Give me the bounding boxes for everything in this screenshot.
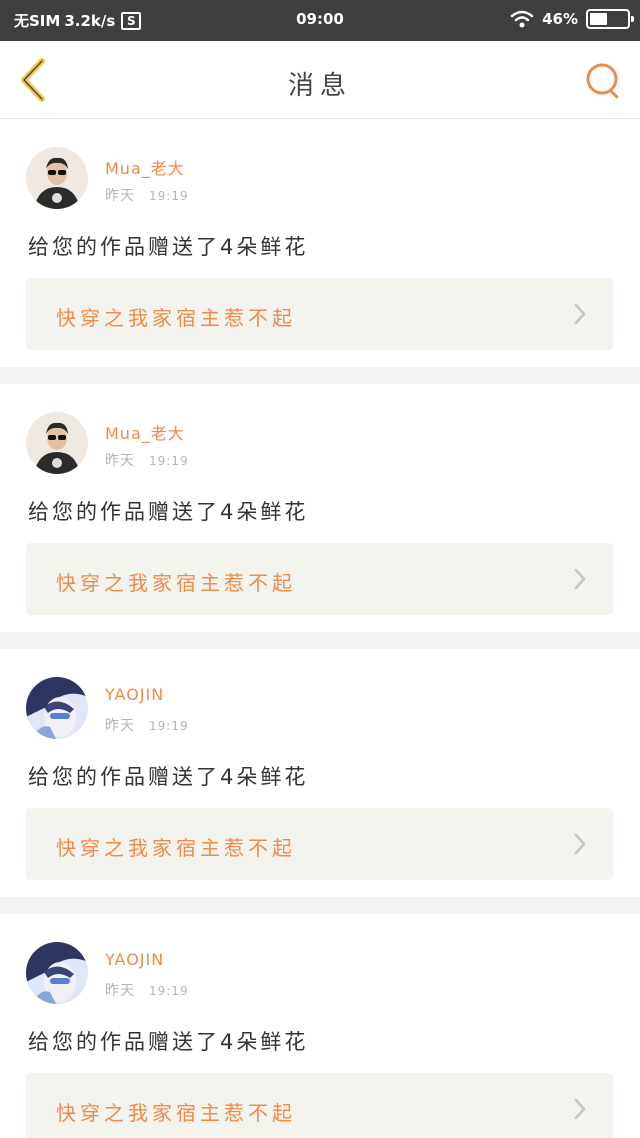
message-text: 给您的作品赠送了4朵鲜花 — [28, 765, 309, 789]
page-title: 消息 — [287, 71, 352, 101]
message-day: 昨天 — [105, 718, 135, 734]
anime-avatar-icon — [26, 942, 88, 1004]
message-day: 昨天 — [105, 188, 135, 204]
message-day: 昨天 — [105, 453, 135, 469]
status-bar: 无SIM 3.2k/s S 09:00 46% — [0, 0, 640, 41]
book-link[interactable]: 快穿之我家宿主惹不起 — [26, 1073, 613, 1138]
chevron-right-icon — [574, 303, 586, 325]
book-title: 快穿之我家宿主惹不起 — [56, 571, 296, 595]
message-list: Mua_老大 昨天 19:19 给您的作品赠送了4朵鲜花 快穿之我家宿主惹不起 M… — [0, 119, 640, 1138]
battery-percent: 46% — [542, 10, 578, 28]
message-clock: 19:19 — [149, 719, 189, 733]
message-card: YAOJIN 昨天 19:19 给您的作品赠送了4朵鲜花 快穿之我家宿主惹不起 — [0, 914, 640, 1138]
avatar[interactable] — [26, 942, 88, 1004]
wifi-icon — [510, 10, 534, 28]
sender-name[interactable]: YAOJIN — [105, 685, 164, 704]
battery-icon — [586, 9, 634, 29]
avatar[interactable] — [26, 677, 88, 739]
chevron-right-icon — [574, 833, 586, 855]
person-avatar-icon — [26, 147, 88, 209]
message-clock: 19:19 — [149, 984, 189, 998]
person-avatar-icon — [26, 412, 88, 474]
sender-name[interactable]: Mua_老大 — [105, 155, 185, 179]
chevron-right-icon — [574, 568, 586, 590]
message-card: Mua_老大 昨天 19:19 给您的作品赠送了4朵鲜花 快穿之我家宿主惹不起 — [0, 384, 640, 632]
message-text: 给您的作品赠送了4朵鲜花 — [28, 500, 309, 524]
avatar[interactable] — [26, 147, 88, 209]
message-text: 给您的作品赠送了4朵鲜花 — [28, 235, 309, 259]
sender-name[interactable]: Mua_老大 — [105, 420, 185, 444]
search-icon[interactable] — [584, 61, 622, 99]
message-day: 昨天 — [105, 983, 135, 999]
message-text: 给您的作品赠送了4朵鲜花 — [28, 1030, 309, 1054]
anime-avatar-icon — [26, 677, 88, 739]
book-link[interactable]: 快穿之我家宿主惹不起 — [26, 808, 613, 880]
message-clock: 19:19 — [149, 454, 189, 468]
status-right: 46% — [510, 9, 634, 29]
book-title: 快穿之我家宿主惹不起 — [56, 306, 296, 330]
message-clock: 19:19 — [149, 189, 189, 203]
book-title: 快穿之我家宿主惹不起 — [56, 836, 296, 860]
message-card: Mua_老大 昨天 19:19 给您的作品赠送了4朵鲜花 快穿之我家宿主惹不起 — [0, 119, 640, 367]
message-time: 昨天 19:19 — [105, 185, 189, 205]
avatar[interactable] — [26, 412, 88, 474]
book-link[interactable]: 快穿之我家宿主惹不起 — [26, 543, 613, 615]
message-card: YAOJIN 昨天 19:19 给您的作品赠送了4朵鲜花 快穿之我家宿主惹不起 — [0, 649, 640, 897]
message-time: 昨天 19:19 — [105, 715, 189, 735]
book-link[interactable]: 快穿之我家宿主惹不起 — [26, 278, 613, 350]
sender-name[interactable]: YAOJIN — [105, 950, 164, 969]
message-time: 昨天 19:19 — [105, 980, 189, 1000]
book-title: 快穿之我家宿主惹不起 — [56, 1101, 296, 1125]
chevron-right-icon — [574, 1098, 586, 1120]
message-time: 昨天 19:19 — [105, 450, 189, 470]
app-header: 消息 — [0, 41, 640, 119]
